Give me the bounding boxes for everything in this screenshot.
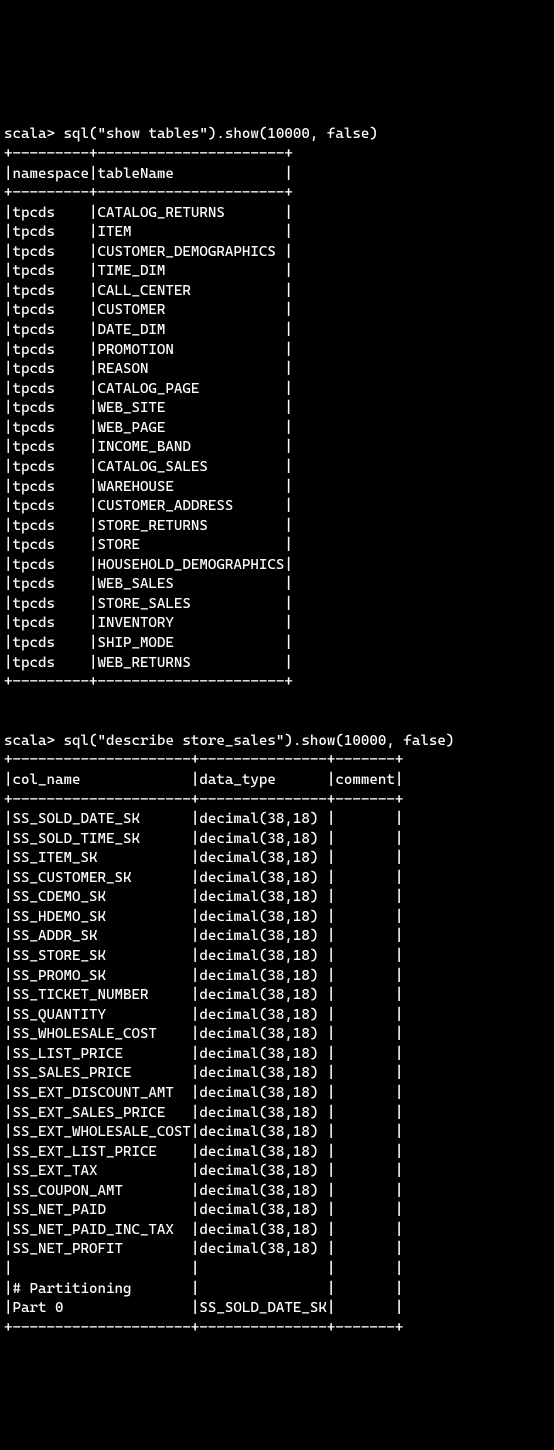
table-sep: +---------+----------------------+ [4, 146, 293, 162]
table-row: |tpcds |CALL_CENTER | [4, 283, 293, 299]
table-row: |SS_WHOLESALE_COST |decimal(38,18) | | [4, 1026, 403, 1042]
table-row: |tpcds |DATE_DIM | [4, 322, 293, 338]
table-row: |tpcds |STORE | [4, 537, 293, 553]
table-row: |tpcds |STORE_RETURNS | [4, 518, 293, 534]
table-row: |tpcds |WEB_PAGE | [4, 420, 293, 436]
table-row: |SS_NET_PROFIT |decimal(38,18) | | [4, 1241, 403, 1257]
table-row: |Part 0 |SS_SOLD_DATE_SK| | [4, 1300, 403, 1316]
table-row: |SS_ITEM_SK |decimal(38,18) | | [4, 850, 403, 866]
table-row: |SS_CUSTOMER_SK |decimal(38,18) | | [4, 870, 403, 886]
table-row: |SS_TICKET_NUMBER |decimal(38,18) | | [4, 987, 403, 1003]
table-row: |SS_EXT_DISCOUNT_AMT |decimal(38,18) | | [4, 1085, 403, 1101]
table-sep: +---------+----------------------+ [4, 674, 293, 690]
repl-prompt: scala> [4, 733, 63, 749]
terminal[interactable]: scala> sql("show tables").show(10000, fa… [0, 98, 554, 1352]
table-row: |tpcds |REASON | [4, 361, 293, 377]
table-row: |tpcds |PROMOTION | [4, 342, 293, 358]
table-row: |SS_QUANTITY |decimal(38,18) | | [4, 1007, 403, 1023]
table-sep: +---------------------+---------------+-… [4, 752, 403, 768]
table-row: |tpcds |HOUSEHOLD_DEMOGRAPHICS| [4, 557, 293, 573]
table-row: |SS_EXT_WHOLESALE_COST|decimal(38,18) | … [4, 1124, 403, 1140]
table-row: |SS_STORE_SK |decimal(38,18) | | [4, 948, 403, 964]
table-sep: +---------------------+---------------+-… [4, 1320, 403, 1336]
table-row: |tpcds |ITEM | [4, 224, 293, 240]
table-row: |SS_NET_PAID |decimal(38,18) | | [4, 1202, 403, 1218]
table-row: |SS_EXT_SALES_PRICE |decimal(38,18) | | [4, 1105, 403, 1121]
table-row: |SS_SOLD_DATE_SK |decimal(38,18) | | [4, 811, 403, 827]
table-row: |tpcds |CUSTOMER | [4, 302, 293, 318]
table-sep: +---------------------+---------------+-… [4, 792, 403, 808]
table-row: |tpcds |INCOME_BAND | [4, 439, 293, 455]
table-row: |tpcds |STORE_SALES | [4, 596, 293, 612]
table-row: |tpcds |WAREHOUSE | [4, 479, 293, 495]
table-row: |SS_EXT_LIST_PRICE |decimal(38,18) | | [4, 1144, 403, 1160]
table-row: |SS_LIST_PRICE |decimal(38,18) | | [4, 1046, 403, 1062]
table-row: |tpcds |CUSTOMER_DEMOGRAPHICS | [4, 244, 293, 260]
table-header: |namespace|tableName | [4, 166, 293, 182]
table-row: |tpcds |INVENTORY | [4, 615, 293, 631]
table-row: |SS_SALES_PRICE |decimal(38,18) | | [4, 1065, 403, 1081]
table-row: |tpcds |WEB_SITE | [4, 400, 293, 416]
table-row: |SS_EXT_TAX |decimal(38,18) | | [4, 1163, 403, 1179]
table-row: |tpcds |CATALOG_SALES | [4, 459, 293, 475]
table-row: |tpcds |WEB_SALES | [4, 576, 293, 592]
repl-command: sql("show tables").show(10000, false) [63, 126, 377, 142]
table-row: |SS_COUPON_AMT |decimal(38,18) | | [4, 1183, 403, 1199]
table-sep: +---------+----------------------+ [4, 185, 293, 201]
table-row: |tpcds |TIME_DIM | [4, 263, 293, 279]
table-row: |tpcds |CATALOG_PAGE | [4, 381, 293, 397]
repl-command: sql("describe store_sales").show(10000, … [63, 733, 454, 749]
table-row: |SS_CDEMO_SK |decimal(38,18) | | [4, 889, 403, 905]
table-row: |SS_PROMO_SK |decimal(38,18) | | [4, 968, 403, 984]
table-row: |SS_NET_PAID_INC_TAX |decimal(38,18) | | [4, 1222, 403, 1238]
table-row: |tpcds |CUSTOMER_ADDRESS | [4, 498, 293, 514]
table-row: |tpcds |WEB_RETURNS | [4, 655, 293, 671]
repl-prompt: scala> [4, 126, 63, 142]
table-row: | | | | [4, 1261, 403, 1277]
table-row: |# Partitioning | | | [4, 1281, 403, 1297]
table-row: |tpcds |SHIP_MODE | [4, 635, 293, 651]
table-row: |SS_HDEMO_SK |decimal(38,18) | | [4, 909, 403, 925]
table-row: |SS_SOLD_TIME_SK |decimal(38,18) | | [4, 831, 403, 847]
table-header: |col_name |data_type |comment| [4, 772, 403, 788]
table-row: |SS_ADDR_SK |decimal(38,18) | | [4, 928, 403, 944]
table-row: |tpcds |CATALOG_RETURNS | [4, 205, 293, 221]
